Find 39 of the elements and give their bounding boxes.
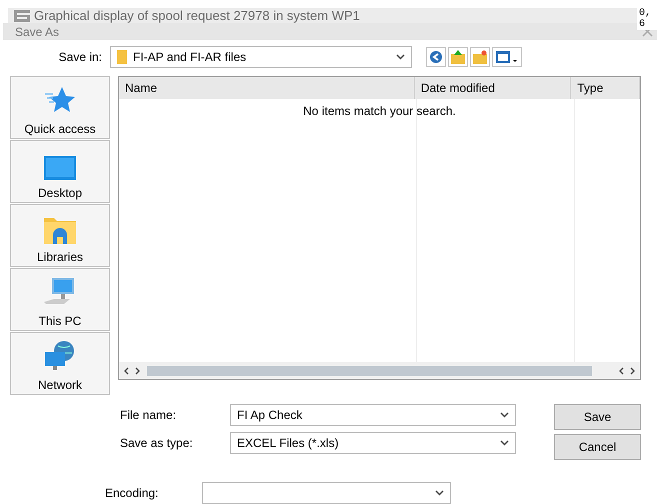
save-in-label: Save in: bbox=[58, 50, 103, 64]
column-header[interactable]: Type bbox=[571, 77, 640, 99]
scroll-right-icon[interactable] bbox=[630, 366, 636, 374]
back-button[interactable] bbox=[426, 47, 446, 67]
view-menu-button[interactable] bbox=[492, 47, 522, 67]
empty-message: No items match your search. bbox=[302, 104, 457, 118]
places-item[interactable]: Desktop bbox=[10, 140, 110, 203]
column-header[interactable]: Date modified bbox=[414, 77, 572, 99]
places-item[interactable]: Libraries bbox=[10, 204, 110, 267]
up-folder-button[interactable] bbox=[448, 47, 468, 67]
save-as-type-dropdown[interactable]: EXCEL Files (*.xls) bbox=[230, 432, 516, 454]
chevron-down-icon bbox=[396, 54, 405, 60]
file-name-field[interactable]: FI Ap Check bbox=[230, 404, 516, 426]
folder-icon bbox=[44, 216, 76, 244]
scroll-left-icon[interactable] bbox=[123, 366, 129, 374]
scroll-right-icon[interactable] bbox=[135, 366, 141, 374]
dialog-title: Save As bbox=[15, 24, 60, 38]
chevron-down-icon bbox=[500, 412, 509, 418]
chevron-down-icon bbox=[500, 440, 509, 446]
folder-icon bbox=[117, 50, 127, 64]
horizontal-scrollbar[interactable] bbox=[119, 362, 640, 379]
scroll-left-icon[interactable] bbox=[618, 366, 624, 374]
background-text: 0, bbox=[639, 8, 652, 19]
places-item[interactable]: Network bbox=[10, 332, 110, 395]
places-item[interactable]: Quick access bbox=[10, 76, 110, 139]
network-icon bbox=[44, 340, 76, 372]
monitor-icon bbox=[44, 156, 76, 180]
save-in-dropdown[interactable]: FI-AP and FI-AR files bbox=[110, 46, 412, 68]
new-folder-button[interactable] bbox=[470, 47, 490, 67]
save-as-type-label: Save as type: bbox=[120, 436, 194, 450]
save-button[interactable]: Save bbox=[554, 404, 641, 430]
cancel-button[interactable]: Cancel bbox=[554, 434, 641, 460]
places-item[interactable]: This PC bbox=[10, 268, 110, 331]
window-title: Graphical display of spool request 27978 in system WP1 bbox=[34, 8, 360, 23]
chevron-down-icon bbox=[435, 490, 444, 496]
column-header[interactable]: Name bbox=[119, 77, 415, 99]
file-name-label: File name: bbox=[120, 408, 178, 422]
encoding-label: Encoding: bbox=[105, 486, 160, 500]
background-text: 6 bbox=[639, 19, 646, 30]
